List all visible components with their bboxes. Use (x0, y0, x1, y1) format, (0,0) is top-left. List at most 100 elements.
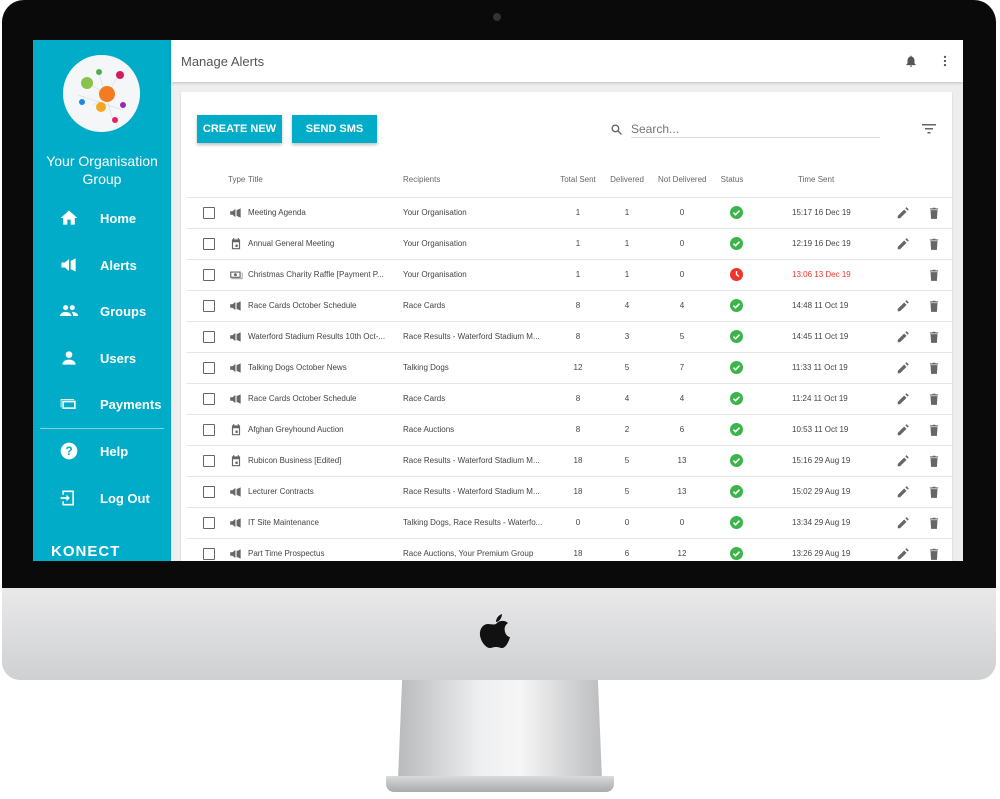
header-total-sent[interactable]: Total Sent (558, 175, 598, 184)
table-row[interactable]: Christmas Charity Raffle [Payment P... Yo… (187, 259, 952, 290)
edit-icon[interactable] (896, 547, 910, 561)
app-screen: Your Organisation Group Home Alerts Grou… (33, 40, 963, 561)
sidebar-item-payments[interactable]: Payments (33, 389, 171, 419)
total-sent: 1 (575, 208, 581, 217)
header-recipients[interactable]: Recipients (403, 175, 440, 184)
megaphone-icon (230, 549, 241, 559)
alert-title[interactable]: Meeting Agenda (248, 208, 306, 217)
edit-icon[interactable] (896, 485, 910, 499)
monitor-stand (398, 680, 602, 780)
status-check-icon (730, 423, 743, 436)
header-delivered[interactable]: Delivered (607, 175, 647, 184)
megaphone-icon (230, 394, 241, 404)
delete-icon[interactable] (927, 454, 941, 468)
send-sms-button[interactable]: SEND SMS (292, 115, 377, 143)
total-sent: 1 (575, 239, 581, 248)
sidebar-item-alerts[interactable]: Alerts (33, 250, 171, 280)
edit-icon[interactable] (896, 206, 910, 220)
time-sent: 15:02 29 Aug 19 (792, 487, 851, 496)
alert-title[interactable]: Christmas Charity Raffle [Payment P... (248, 270, 384, 279)
sidebar-item-users[interactable]: Users (33, 343, 171, 373)
search-icon (611, 124, 622, 135)
alert-title[interactable]: Part Time Prospectus (248, 549, 324, 558)
not-delivered: 5 (679, 332, 685, 341)
row-checkbox[interactable] (203, 331, 215, 343)
edit-icon[interactable] (896, 299, 910, 313)
more-vert-icon[interactable] (939, 54, 951, 68)
delete-icon[interactable] (927, 237, 941, 251)
delete-icon[interactable] (927, 361, 941, 375)
delete-icon[interactable] (927, 206, 941, 220)
table-row[interactable]: Waterford Stadium Results 10th Oct-... Ra… (187, 321, 952, 352)
sidebar-item-label: Help (100, 443, 129, 459)
create-new-button[interactable]: CREATE NEW (197, 115, 282, 143)
row-checkbox[interactable] (203, 517, 215, 529)
edit-icon[interactable] (896, 392, 910, 406)
alert-title[interactable]: Waterford Stadium Results 10th Oct-... (248, 332, 385, 341)
bell-icon[interactable] (904, 54, 918, 68)
edit-icon[interactable] (896, 361, 910, 375)
delivered: 4 (624, 301, 630, 310)
header-title[interactable]: Title (248, 175, 263, 184)
alert-title[interactable]: IT Site Maintenance (248, 518, 319, 527)
header-status[interactable]: Status (712, 175, 752, 184)
sidebar-item-groups[interactable]: Groups (33, 296, 171, 326)
row-checkbox[interactable] (203, 362, 215, 374)
edit-icon[interactable] (896, 454, 910, 468)
delivered: 5 (624, 363, 630, 372)
row-checkbox[interactable] (203, 300, 215, 312)
delete-icon[interactable] (927, 299, 941, 313)
row-checkbox[interactable] (203, 269, 215, 281)
delete-icon[interactable] (927, 392, 941, 406)
table-row[interactable]: Rubicon Business [Edited] Race Results - … (187, 445, 952, 476)
alert-title[interactable]: Rubicon Business [Edited] (248, 456, 341, 465)
user-icon (62, 351, 76, 365)
apple-logo-icon (479, 614, 510, 648)
sidebar-item-logout[interactable]: Log Out (33, 483, 171, 513)
row-checkbox[interactable] (203, 455, 215, 467)
row-checkbox[interactable] (203, 424, 215, 436)
row-checkbox[interactable] (203, 548, 215, 560)
monitor-chin (2, 588, 996, 680)
alert-recipients: Race Auctions, Your Premium Group (403, 549, 534, 558)
header-time-sent[interactable]: Time Sent (798, 175, 834, 184)
table-row[interactable]: Afghan Greyhound Auction Race Auctions 8 2 6… (187, 414, 952, 445)
row-checkbox[interactable] (203, 207, 215, 219)
delete-icon[interactable] (927, 268, 941, 282)
header-not-delivered[interactable]: Not Delivered (658, 175, 706, 184)
table-row[interactable]: Talking Dogs October News Talking Dogs 12 5… (187, 352, 952, 383)
not-delivered: 0 (679, 208, 685, 217)
sidebar-item-help[interactable]: ? Help (33, 436, 171, 466)
sidebar-item-label: Users (100, 350, 137, 366)
alert-title[interactable]: Race Cards October Schedule (248, 394, 357, 403)
edit-icon[interactable] (896, 330, 910, 344)
delivered: 0 (624, 518, 630, 527)
table-row[interactable]: Race Cards October Schedule Race Cards 8 4 4… (187, 383, 952, 414)
row-checkbox[interactable] (203, 238, 215, 250)
sidebar-item-home[interactable]: Home (33, 203, 171, 233)
alert-title[interactable]: Annual General Meeting (248, 239, 334, 248)
alert-title[interactable]: Afghan Greyhound Auction (248, 425, 344, 434)
table-row[interactable]: Annual General Meeting Your Organisation 1… (187, 228, 952, 259)
alert-title[interactable]: Talking Dogs October News (248, 363, 347, 372)
row-checkbox[interactable] (203, 486, 215, 498)
table-row[interactable]: Lecturer Contracts Race Results - Waterfo… (187, 476, 952, 507)
delete-icon[interactable] (927, 485, 941, 499)
row-checkbox[interactable] (203, 393, 215, 405)
filter-icon[interactable] (922, 123, 936, 135)
delete-icon[interactable] (927, 516, 941, 530)
edit-icon[interactable] (896, 423, 910, 437)
delete-icon[interactable] (927, 547, 941, 561)
edit-icon[interactable] (896, 237, 910, 251)
edit-icon[interactable] (896, 516, 910, 530)
table-row[interactable]: Part Time Prospectus Race Auctions, Your … (187, 538, 952, 561)
delete-icon[interactable] (927, 423, 941, 437)
delete-icon[interactable] (927, 330, 941, 344)
table-row[interactable]: Meeting Agenda Your Organisation 1 1 0 15:17 … (187, 197, 952, 228)
alert-title[interactable]: Race Cards October Schedule (248, 301, 357, 310)
sidebar-divider (40, 428, 164, 429)
table-row[interactable]: IT Site Maintenance Talking Dogs, Race Re… (187, 507, 952, 538)
alert-title[interactable]: Lecturer Contracts (248, 487, 314, 496)
table-row[interactable]: Race Cards October Schedule Race Cards 8 4 4… (187, 290, 952, 321)
search-input[interactable] (631, 120, 880, 138)
